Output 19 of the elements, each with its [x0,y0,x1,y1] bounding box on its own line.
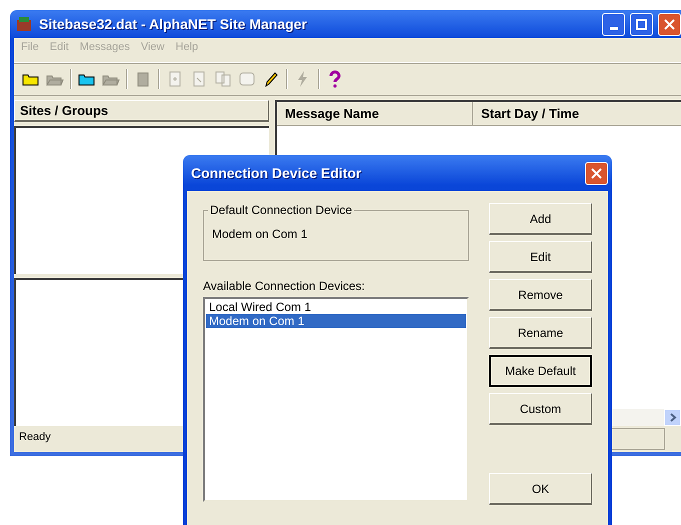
group-label: Default Connection Device [209,203,354,217]
dialog-button[interactable]: Custom [489,393,592,425]
dialog-title: Connection Device Editor [191,165,362,181]
default-device-text: Modem on Com 1 [212,227,308,241]
list-item[interactable]: Modem on Com 1 [206,314,466,328]
column-header[interactable]: Start Day / Time [473,102,681,126]
device-list[interactable]: Local Wired Com 1 Modem on Com 1 [203,297,469,502]
list-item[interactable]: Local Wired Com 1 [206,300,466,314]
ok-button[interactable]: OK [489,473,592,505]
dialog-button[interactable]: Remove [489,279,592,311]
list-label: Available Connection Devices: [203,279,366,293]
dialog-button[interactable]: Add [489,203,592,235]
column-header[interactable]: Message Name [277,102,474,126]
dialog-button[interactable]: Edit [489,241,592,273]
panel-header: Sites / Groups [14,100,269,122]
window-title: Sitebase32.dat - AlphaNET Site Manager [39,16,308,32]
status-text: Ready [18,430,52,445]
dialog-button[interactable]: Rename [489,317,592,349]
dialog-button[interactable]: Make Default [489,355,592,387]
